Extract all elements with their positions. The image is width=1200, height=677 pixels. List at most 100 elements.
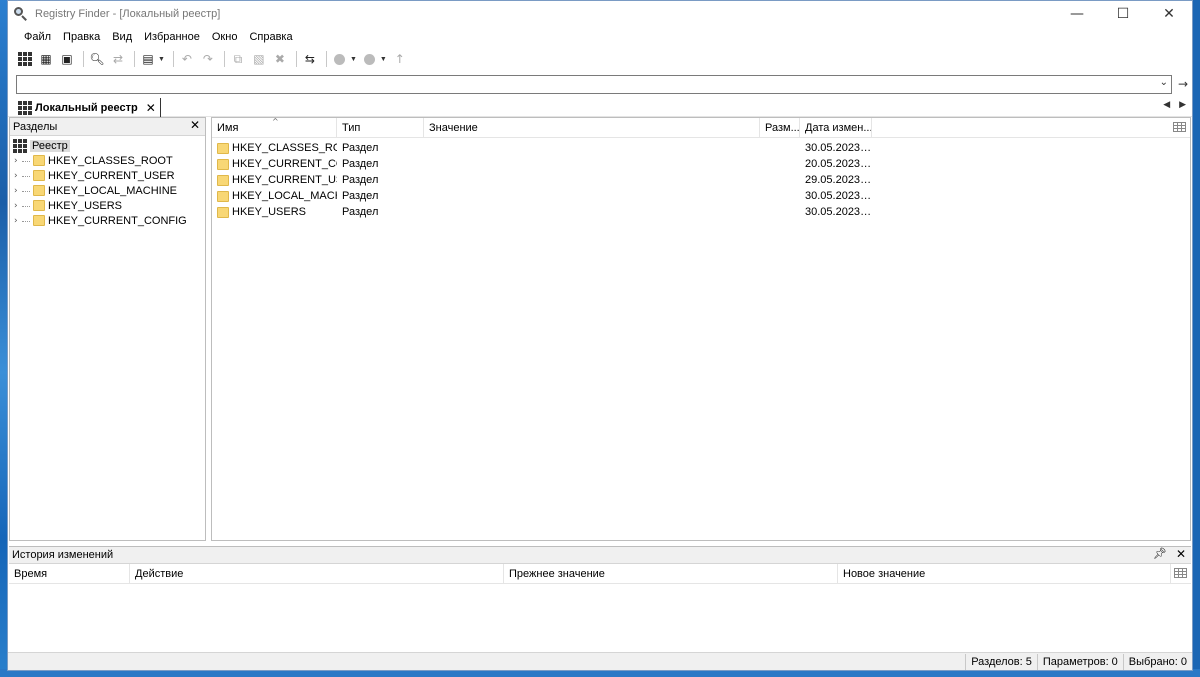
menu-view[interactable]: Вид [106, 27, 138, 47]
folder-icon [217, 142, 229, 154]
tree-item-hklm[interactable]: › HKEY_LOCAL_MACHINE [10, 183, 205, 198]
delete-icon[interactable]: ✖ [271, 50, 289, 68]
list-row[interactable]: HKEY_CLASSES_ROOT Раздел 30.05.2023 1... [212, 140, 1190, 156]
col-action[interactable]: Действие [130, 564, 504, 584]
back-dropdown-icon[interactable]: ▼ [350, 56, 357, 63]
back-icon[interactable] [331, 50, 349, 68]
pin-icon[interactable]: 📌︎ [1153, 547, 1167, 560]
row-name: HKEY_USERS [232, 206, 306, 218]
go-arrow-icon[interactable]: → [1174, 77, 1192, 91]
tree-item-label: HKEY_CURRENT_USER [48, 169, 175, 182]
tree-item-hkcr[interactable]: › HKEY_CLASSES_ROOT [10, 153, 205, 168]
menu-edit[interactable]: Правка [57, 27, 106, 47]
menu-file[interactable]: Файл [18, 27, 57, 47]
history-close-icon[interactable]: ✕ [1176, 547, 1186, 561]
tree-item-hku[interactable]: › HKEY_USERS [10, 198, 205, 213]
load-hive-icon[interactable]: ▣ [58, 50, 76, 68]
address-row: ⌄ → [8, 71, 1192, 97]
row-date: 30.05.2023 1... [805, 190, 872, 202]
tree-item-hkcc[interactable]: › HKEY_CURRENT_CONFIG [10, 213, 205, 228]
replace-icon[interactable]: ⇄ [109, 50, 127, 68]
up-icon[interactable]: ↑ [391, 50, 409, 68]
address-box[interactable]: ⌄ [16, 74, 1172, 94]
list-header: ^ Имя Тип Значение Разм... Дата измен... [212, 117, 1190, 138]
export-dropdown-icon[interactable]: ▼ [158, 56, 165, 63]
remote-registry-icon[interactable]: ▦ [37, 50, 55, 68]
keys-pane-title: Разделы [13, 120, 58, 133]
registry-grid-icon[interactable] [16, 50, 34, 68]
expand-chevron-icon[interactable]: › [14, 186, 22, 196]
tree-root[interactable]: Реестр [10, 138, 205, 153]
tab-label: Локальный реестр [35, 101, 138, 114]
menu-window[interactable]: Окно [206, 27, 244, 47]
export-icon[interactable]: ▤ [139, 50, 157, 68]
row-type: Раздел [342, 158, 379, 170]
col-time[interactable]: Время [9, 564, 130, 584]
undo-icon[interactable]: ↶ [178, 50, 196, 68]
list-row[interactable]: HKEY_LOCAL_MACHI... Раздел 30.05.2023 1.… [212, 188, 1190, 204]
status-sections: Разделов: 5 [965, 653, 1037, 670]
col-size[interactable]: Разм... [760, 118, 800, 138]
folder-icon [217, 206, 229, 218]
row-name: HKEY_LOCAL_MACHI... [232, 190, 337, 202]
menu-favorites[interactable]: Избранное [138, 27, 206, 47]
folder-icon [33, 170, 45, 181]
registry-tree: Реестр › HKEY_CLASSES_ROOT › HKEY_CURREN… [10, 136, 205, 228]
redo-icon[interactable]: ↷ [199, 50, 217, 68]
chevron-down-icon[interactable]: ⌄ [1160, 77, 1168, 88]
tree-item-hkcu[interactable]: › HKEY_CURRENT_USER [10, 168, 205, 183]
menu-help[interactable]: Справка [243, 27, 298, 47]
main-area: Разделы ✕ Реестр › HKEY_CLASSES_ROOT › H… [8, 117, 1192, 541]
list-row[interactable]: HKEY_CURRENT_CON... Раздел 20.05.2023 1.… [212, 156, 1190, 172]
row-type: Раздел [342, 206, 379, 218]
toolbar: ▦ ▣ 🔍︎ ⇄ ▤ ▼ ↶ ↷ ⧉ ▧ ✖ ⇆ ▼ ▼ ↑ [8, 47, 1192, 71]
keys-pane-close-icon[interactable]: ✕ [190, 118, 200, 132]
status-params: Параметров: 0 [1036, 653, 1123, 670]
history-pane-title: История изменений [12, 549, 114, 561]
toolbar-separator [325, 51, 327, 67]
app-window: Registry Finder - [Локальный реестр] — ☐… [7, 0, 1193, 671]
tab-local-registry[interactable]: Локальный реестр ✕ [14, 98, 161, 117]
folder-icon [33, 155, 45, 166]
forward-dropdown-icon[interactable]: ▼ [380, 56, 387, 63]
folder-icon [217, 190, 229, 202]
copy-icon[interactable]: ⧉ [229, 50, 247, 68]
row-date: 29.05.2023 1... [805, 174, 872, 186]
col-new-value[interactable]: Новое значение [838, 564, 1171, 584]
folder-icon [33, 200, 45, 211]
close-button[interactable]: ✕ [1146, 1, 1192, 27]
minimize-button[interactable]: — [1054, 1, 1100, 27]
paste-icon[interactable]: ▧ [250, 50, 268, 68]
tab-close-icon[interactable]: ✕ [146, 101, 156, 115]
find-icon[interactable]: 🔍︎ [88, 50, 106, 68]
toolbar-separator [295, 51, 297, 67]
forward-icon[interactable] [361, 50, 379, 68]
values-pane: ^ Имя Тип Значение Разм... Дата измен...… [211, 117, 1191, 541]
history-pane: История изменений 📌︎ ✕ Время Действие Пр… [9, 546, 1191, 654]
list-row[interactable]: HKEY_CURRENT_USER Раздел 29.05.2023 1... [212, 172, 1190, 188]
tab-scroll-left-icon[interactable]: ◀ [1163, 100, 1170, 110]
title-bar[interactable]: Registry Finder - [Локальный реестр] — ☐… [8, 1, 1192, 27]
toolbar-separator [83, 51, 84, 67]
expand-chevron-icon[interactable]: › [14, 216, 22, 226]
col-old-value[interactable]: Прежнее значение [504, 564, 838, 584]
col-date[interactable]: Дата измен... [800, 118, 872, 138]
maximize-button[interactable]: ☐ [1100, 1, 1146, 27]
tab-scroll-right-icon[interactable]: ▶ [1179, 100, 1186, 110]
address-input[interactable] [17, 75, 1147, 93]
expand-chevron-icon[interactable]: › [14, 156, 22, 166]
expand-chevron-icon[interactable]: › [14, 171, 22, 181]
folder-icon [33, 185, 45, 196]
row-type: Раздел [342, 174, 379, 186]
list-row[interactable]: HKEY_USERS Раздел 30.05.2023 1... [212, 204, 1190, 220]
history-columns: Время Действие Прежнее значение Новое зн… [9, 564, 1191, 584]
col-type[interactable]: Тип [337, 118, 424, 138]
col-value[interactable]: Значение [424, 118, 760, 138]
history-pane-header: История изменений 📌︎ ✕ [9, 547, 1191, 564]
refresh-icon[interactable]: ⇆ [301, 50, 319, 68]
toolbar-separator [134, 51, 135, 67]
column-chooser-icon[interactable] [1174, 568, 1187, 578]
column-chooser-icon[interactable] [1173, 122, 1186, 132]
registry-grid-icon [18, 100, 32, 115]
expand-chevron-icon[interactable]: › [14, 201, 22, 211]
